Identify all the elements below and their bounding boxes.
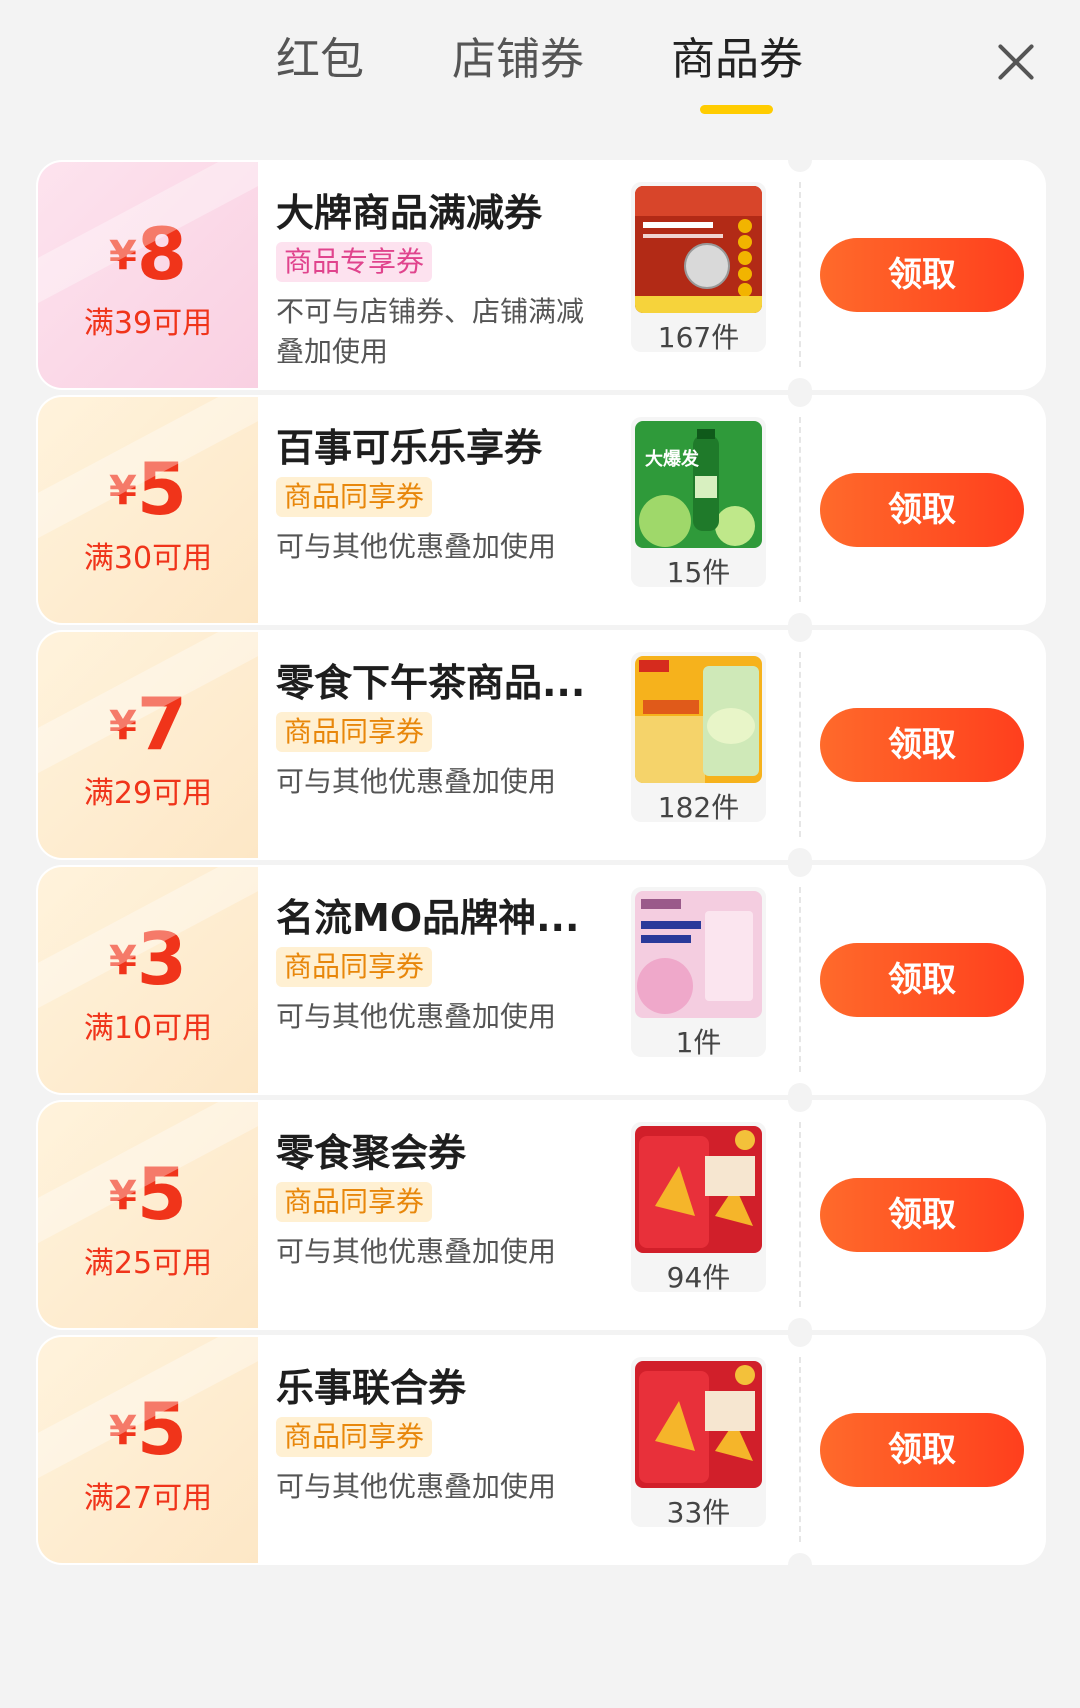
coupon-threshold: 满30可用 [83,541,213,576]
product-thumbnail[interactable]: 182件 [631,652,766,824]
active-tab-indicator [700,105,773,114]
coupon-tab-bar: 红包 店铺券 商品券 [0,0,1080,140]
coupon-divider [799,652,801,837]
coupon-type-badge: 商品专享券 [276,242,433,282]
claim-button[interactable]: 领取 [820,943,1024,1017]
product-thumbnail[interactable]: 94件 [631,1122,766,1294]
product-count: 182件 [657,791,740,824]
product-count: 167件 [657,321,740,354]
coupon-title: 大牌商品满减券 [276,191,543,235]
coupon-type-badge: 商品同享券 [276,1182,433,1222]
coupon-notch [788,1083,812,1095]
claim-button[interactable]: 领取 [820,708,1024,782]
coupon-amount: ¥5 [109,447,187,531]
coupon-value-panel: ¥7 满29可用 [38,632,258,858]
coupon-threshold: 满25可用 [83,1246,213,1281]
tab-red-packet[interactable]: 红包 [220,30,420,90]
coupon-notch [788,160,812,172]
svg-text:大爆发: 大爆发 [645,448,700,470]
product-image: 大爆发 [635,421,762,548]
coupon-title: 零食聚会券 [276,1131,467,1175]
product-count: 1件 [675,1026,722,1059]
coupon-notch [788,1318,812,1330]
product-count: 15件 [666,556,731,589]
coupon-amount: ¥5 [109,1152,187,1236]
product-thumbnail[interactable]: 1件 [631,887,766,1059]
coupon-notch [788,1100,812,1112]
coupon-amount: ¥3 [109,917,187,1001]
coupon-value-panel: ¥3 满10可用 [38,867,258,1093]
coupon-description: 可与其他优惠叠加使用 [276,1470,557,1503]
product-thumbnail[interactable]: 167件 [631,182,766,354]
claim-button[interactable]: 领取 [820,238,1024,312]
claim-button[interactable]: 领取 [820,1178,1024,1252]
coupon-description: 可与其他优惠叠加使用 [276,1235,557,1268]
product-count: 94件 [666,1261,731,1294]
claim-button[interactable]: 领取 [820,1413,1024,1487]
close-icon[interactable] [990,36,1042,88]
coupon-title: 乐事联合券 [276,1366,467,1410]
coupon-notch [788,848,812,860]
coupon-notch [788,1335,812,1347]
product-thumbnail[interactable]: 33件 [631,1357,766,1529]
coupon-card: ¥5 满25可用 零食聚会券 商品同享券 可与其他优惠叠加使用 94件 领取 [36,1100,1046,1330]
tab-store-coupon[interactable]: 店铺券 [418,30,618,90]
coupon-card: ¥8 满39可用 大牌商品满减券 商品专享券 不可与店铺券、店铺满减叠加使用 1… [36,160,1046,390]
coupon-divider [799,1122,801,1307]
coupon-description: 不可与店铺券、店铺满减叠加使用 [276,295,585,368]
product-thumbnail[interactable]: 大爆发 15件 [631,417,766,589]
tab-product-coupon[interactable]: 商品券 [637,30,837,90]
product-image [635,1126,762,1253]
product-image [635,656,762,783]
coupon-divider [799,417,801,602]
coupon-type-badge: 商品同享券 [276,1417,433,1457]
coupon-notch [788,865,812,877]
coupon-notch [788,378,812,390]
coupon-type-badge: 商品同享券 [276,712,433,752]
product-image [635,891,762,1018]
coupon-divider [799,1357,801,1542]
product-image [635,186,762,313]
coupon-notch [788,630,812,642]
coupon-notch [788,613,812,625]
coupon-description: 可与其他优惠叠加使用 [276,1000,557,1033]
coupon-value-panel: ¥5 满25可用 [38,1102,258,1328]
coupon-amount: ¥7 [109,682,187,766]
coupon-threshold: 满39可用 [83,306,213,341]
coupon-value-panel: ¥5 满30可用 [38,397,258,623]
coupon-threshold: 满29可用 [83,776,213,811]
coupon-card: ¥3 满10可用 名流MO品牌神... 商品同享券 可与其他优惠叠加使用 1件 … [36,865,1046,1095]
coupon-title: 零食下午茶商品... [276,661,586,705]
product-image [635,1361,762,1488]
coupon-threshold: 满10可用 [83,1011,213,1046]
coupon-value-panel: ¥5 满27可用 [38,1337,258,1563]
claim-button[interactable]: 领取 [820,473,1024,547]
coupon-description: 可与其他优惠叠加使用 [276,530,557,563]
coupon-type-badge: 商品同享券 [276,477,433,517]
coupon-card: ¥5 满27可用 乐事联合券 商品同享券 可与其他优惠叠加使用 33件 领取 [36,1335,1046,1565]
coupon-amount: ¥8 [109,212,187,296]
coupon-divider [799,182,801,367]
coupon-card: ¥7 满29可用 零食下午茶商品... 商品同享券 可与其他优惠叠加使用 182… [36,630,1046,860]
coupon-notch [788,1553,812,1565]
coupon-card: ¥5 满30可用 百事可乐乐享券 商品同享券 可与其他优惠叠加使用 大爆发 15… [36,395,1046,625]
coupon-description: 可与其他优惠叠加使用 [276,765,557,798]
coupon-title: 名流MO品牌神... [276,896,580,940]
coupon-value-panel: ¥8 满39可用 [38,162,258,388]
coupon-threshold: 满27可用 [83,1481,213,1516]
coupon-amount: ¥5 [109,1387,187,1471]
coupon-title: 百事可乐乐享券 [276,426,543,470]
coupon-notch [788,395,812,407]
product-count: 33件 [666,1496,731,1529]
coupon-divider [799,887,801,1072]
coupon-type-badge: 商品同享券 [276,947,433,987]
